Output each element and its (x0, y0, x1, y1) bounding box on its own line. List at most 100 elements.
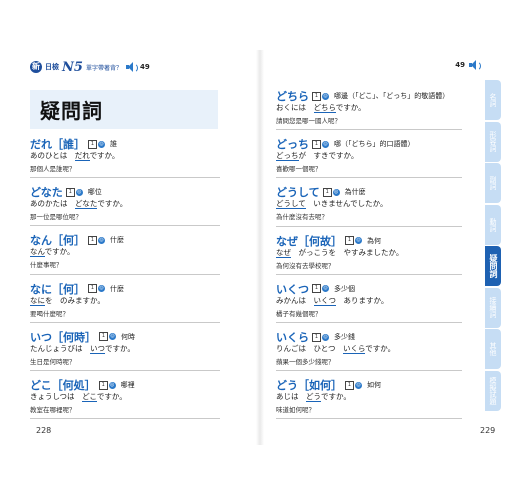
entry-divider (30, 225, 220, 227)
page-number-left: 228 (36, 426, 52, 435)
entry-divider (276, 321, 462, 323)
tab-4[interactable]: 疑問詞 (485, 246, 501, 286)
tab-2[interactable]: 副詞 (485, 163, 501, 203)
accent-badge: 1 (88, 284, 97, 294)
audio-icon[interactable]: ◎ (355, 237, 362, 245)
example-pre: あのかたは (30, 199, 75, 209)
tab-7[interactable]: 模擬試題 (485, 370, 501, 411)
example-highlight: いくら (342, 344, 366, 354)
example-highlight: どう (306, 392, 321, 403)
example-highlight: どっち (276, 151, 299, 162)
entry-divider (276, 273, 462, 275)
example-highlight: なん (30, 247, 45, 258)
example-translation: 喜歡哪一個呢？ (276, 165, 322, 174)
speaker-icon[interactable] (468, 59, 481, 71)
example-translation: 橘子有幾個呢？ (276, 309, 322, 318)
vocab-entry: いくら 1 ◎ 多少錢 りんごは ひとつ いくらですか。 蘋果一個多少錢呢？ (276, 329, 462, 377)
audio-icon[interactable]: ◎ (332, 188, 340, 196)
entry-divider (276, 370, 462, 372)
example-post: ありますか。 (336, 295, 389, 305)
example-post: いきませんでしたか。 (305, 199, 388, 209)
vocab-entry: どう［如何］ 1 ◎ 如何 あじは どうですか。 味道如何呢？ (276, 377, 462, 425)
section-title: 疑問詞 (40, 99, 103, 123)
brand-text: 日檢 (45, 63, 59, 71)
vocab-entry: どなた 1 ◎ 哪位 あのかたは どなたですか。 那一位是哪位呢？ (30, 184, 220, 232)
vocab-entry: だれ［誰］ 1 ◎ 誰あのひとは だれですか。 那個人是誰呢？ (30, 136, 220, 184)
example-sentence: なにを のみますか。 (30, 295, 105, 306)
tab-0[interactable]: 名詞 (485, 80, 501, 120)
example-highlight: どうして (276, 199, 306, 210)
example-sentence: あのひとは だれですか。 (30, 150, 119, 161)
example-pre: みかんは (276, 295, 314, 305)
audio-icon[interactable]: ◎ (98, 140, 105, 148)
example-sentence: あのかたは どなたですか。 (30, 198, 128, 210)
example-highlight: なに (30, 295, 45, 306)
example-highlight: だれ (74, 151, 90, 161)
tab-label: 形容詞 (489, 131, 497, 152)
audio-icon[interactable]: ◎ (322, 285, 329, 293)
entry-meaning: 哪位 (87, 188, 102, 197)
accent-badge: 1 (312, 332, 321, 342)
page-header: 新 日檢 N5 單字帶著背？ 49 (30, 59, 150, 75)
tab-3[interactable]: 動詞 (485, 204, 501, 245)
vocab-entry: どちら 1 ◎ 哪邊（「どこ」、「どっち」的敬語體） おくには どちらですか。 請問您是哪… (276, 88, 462, 136)
vocab-entry: いくつ 1 ◎ 多少個みかんは いくつ ありますか。 橘子有幾個呢？ (276, 281, 462, 329)
example-post: ですか。 (321, 392, 351, 402)
entry-divider (276, 225, 462, 227)
example-highlight: なぜ (276, 247, 291, 258)
example-pre: おくには (276, 103, 314, 112)
audio-icon[interactable]: ◎ (322, 333, 329, 341)
audio-icon[interactable]: ◎ (355, 381, 362, 389)
example-pre: あじは (276, 392, 306, 402)
example-sentence: みかんは いくつ ありますか。 (276, 295, 388, 306)
accent-badge: 1 (312, 139, 321, 149)
entry-meaning: 為何 (367, 236, 381, 245)
entry-divider (30, 418, 220, 420)
vocab-entry: どうして 1 ◎ 為什麼 どうして いきませんでしたか。 為什麼沒有去呢？ (276, 184, 462, 232)
example-pre: あのひとは (30, 151, 75, 160)
track-number-right: 49 (455, 61, 465, 69)
entry-divider (276, 418, 462, 420)
example-sentence: どうして いきませんでしたか。 (276, 198, 388, 210)
example-post: ですか。 (44, 247, 75, 257)
example-translation: 蘋果一個多少錢呢？ (276, 358, 335, 366)
example-pre: りんごは ひとつ (276, 344, 343, 353)
speaker-icon[interactable] (125, 61, 138, 73)
example-post: が すきですか。 (298, 151, 359, 161)
audio-icon[interactable]: ◎ (98, 285, 105, 293)
entry-meaning: 如何 (367, 381, 381, 390)
entry-meaning: 誰 (110, 140, 117, 148)
entry-divider (30, 273, 220, 275)
accent-badge: 1 (345, 236, 354, 246)
vocab-entry: どこ［何処］ 1 ◎ 哪裡 きょうしつは どこですか。 教室在哪裡呢？ (30, 377, 220, 425)
tab-5[interactable]: 接續詞 (485, 287, 501, 328)
example-sentence: おくには どちらですか。 (276, 102, 366, 113)
tab-label: 其他 (489, 342, 497, 356)
example-highlight: いつ (90, 343, 105, 354)
accent-badge: 1 (98, 380, 108, 390)
tab-6[interactable]: 其他 (485, 329, 501, 369)
tab-label: 副詞 (489, 176, 497, 190)
right-page: 49 どちら 1 ◎ 哪邊（「どこ」、「どっち」的敬語體） おくには どちらですか。 請問… (262, 50, 500, 445)
example-post: ですか。 (97, 199, 128, 209)
tab-1[interactable]: 形容詞 (485, 121, 501, 162)
audio-icon[interactable]: ◎ (108, 381, 116, 389)
example-post: ですか。 (96, 392, 127, 401)
example-sentence: なぜ がっこうを やすみましたか。 (276, 247, 403, 258)
accent-badge: 1 (322, 187, 332, 197)
entry-meaning: 哪裡 (120, 381, 135, 389)
audio-icon[interactable]: ◎ (322, 92, 329, 100)
audio-icon[interactable]: ◎ (75, 188, 83, 196)
example-translation: 請問您是哪一國人呢？ (276, 117, 341, 125)
example-post: ですか。 (335, 103, 366, 112)
example-translation: 味道如何呢？ (276, 406, 315, 415)
page-number-right: 229 (480, 426, 496, 435)
vocab-entry: いつ［何時］ 1 ◎ 何時 たんじょうびは いつですか。 生日是何時呢？ (30, 329, 220, 377)
example-highlight: いくつ (313, 295, 336, 306)
audio-icon[interactable]: ◎ (98, 236, 105, 244)
audio-icon[interactable]: ◎ (322, 140, 329, 148)
audio-icon[interactable]: ◎ (109, 333, 116, 341)
example-post: ですか。 (105, 343, 135, 353)
entry-meaning: 多少個 (334, 284, 355, 293)
accent-badge: 1 (312, 284, 321, 294)
